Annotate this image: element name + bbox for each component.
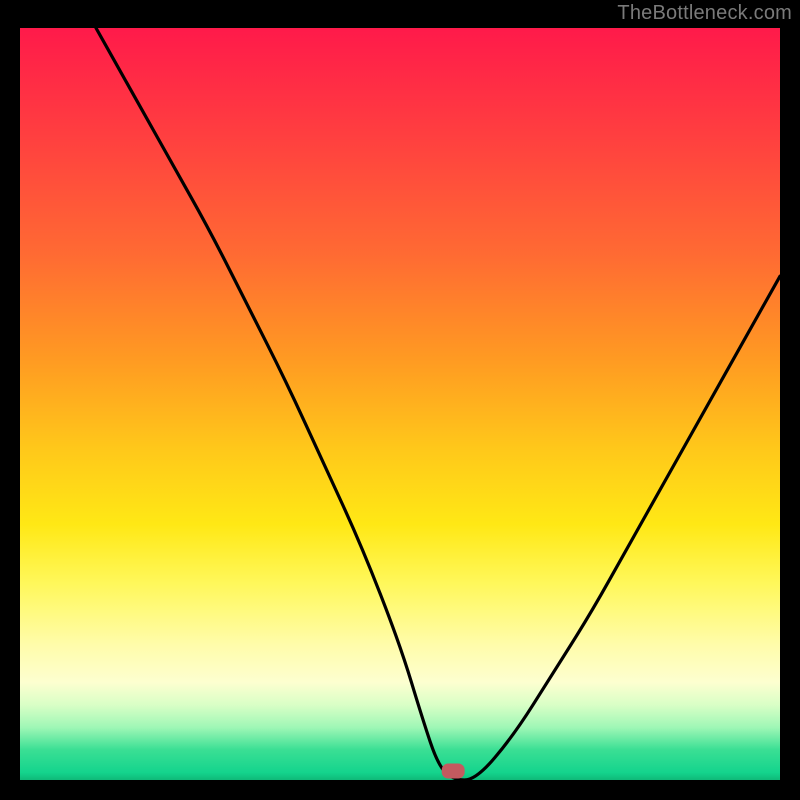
curve-layer — [20, 28, 780, 780]
bottleneck-curve — [96, 28, 780, 780]
chart-frame: TheBottleneck.com — [0, 0, 800, 800]
watermark-label: TheBottleneck.com — [617, 2, 792, 25]
minimum-marker — [442, 764, 464, 778]
plot-area — [20, 28, 780, 780]
